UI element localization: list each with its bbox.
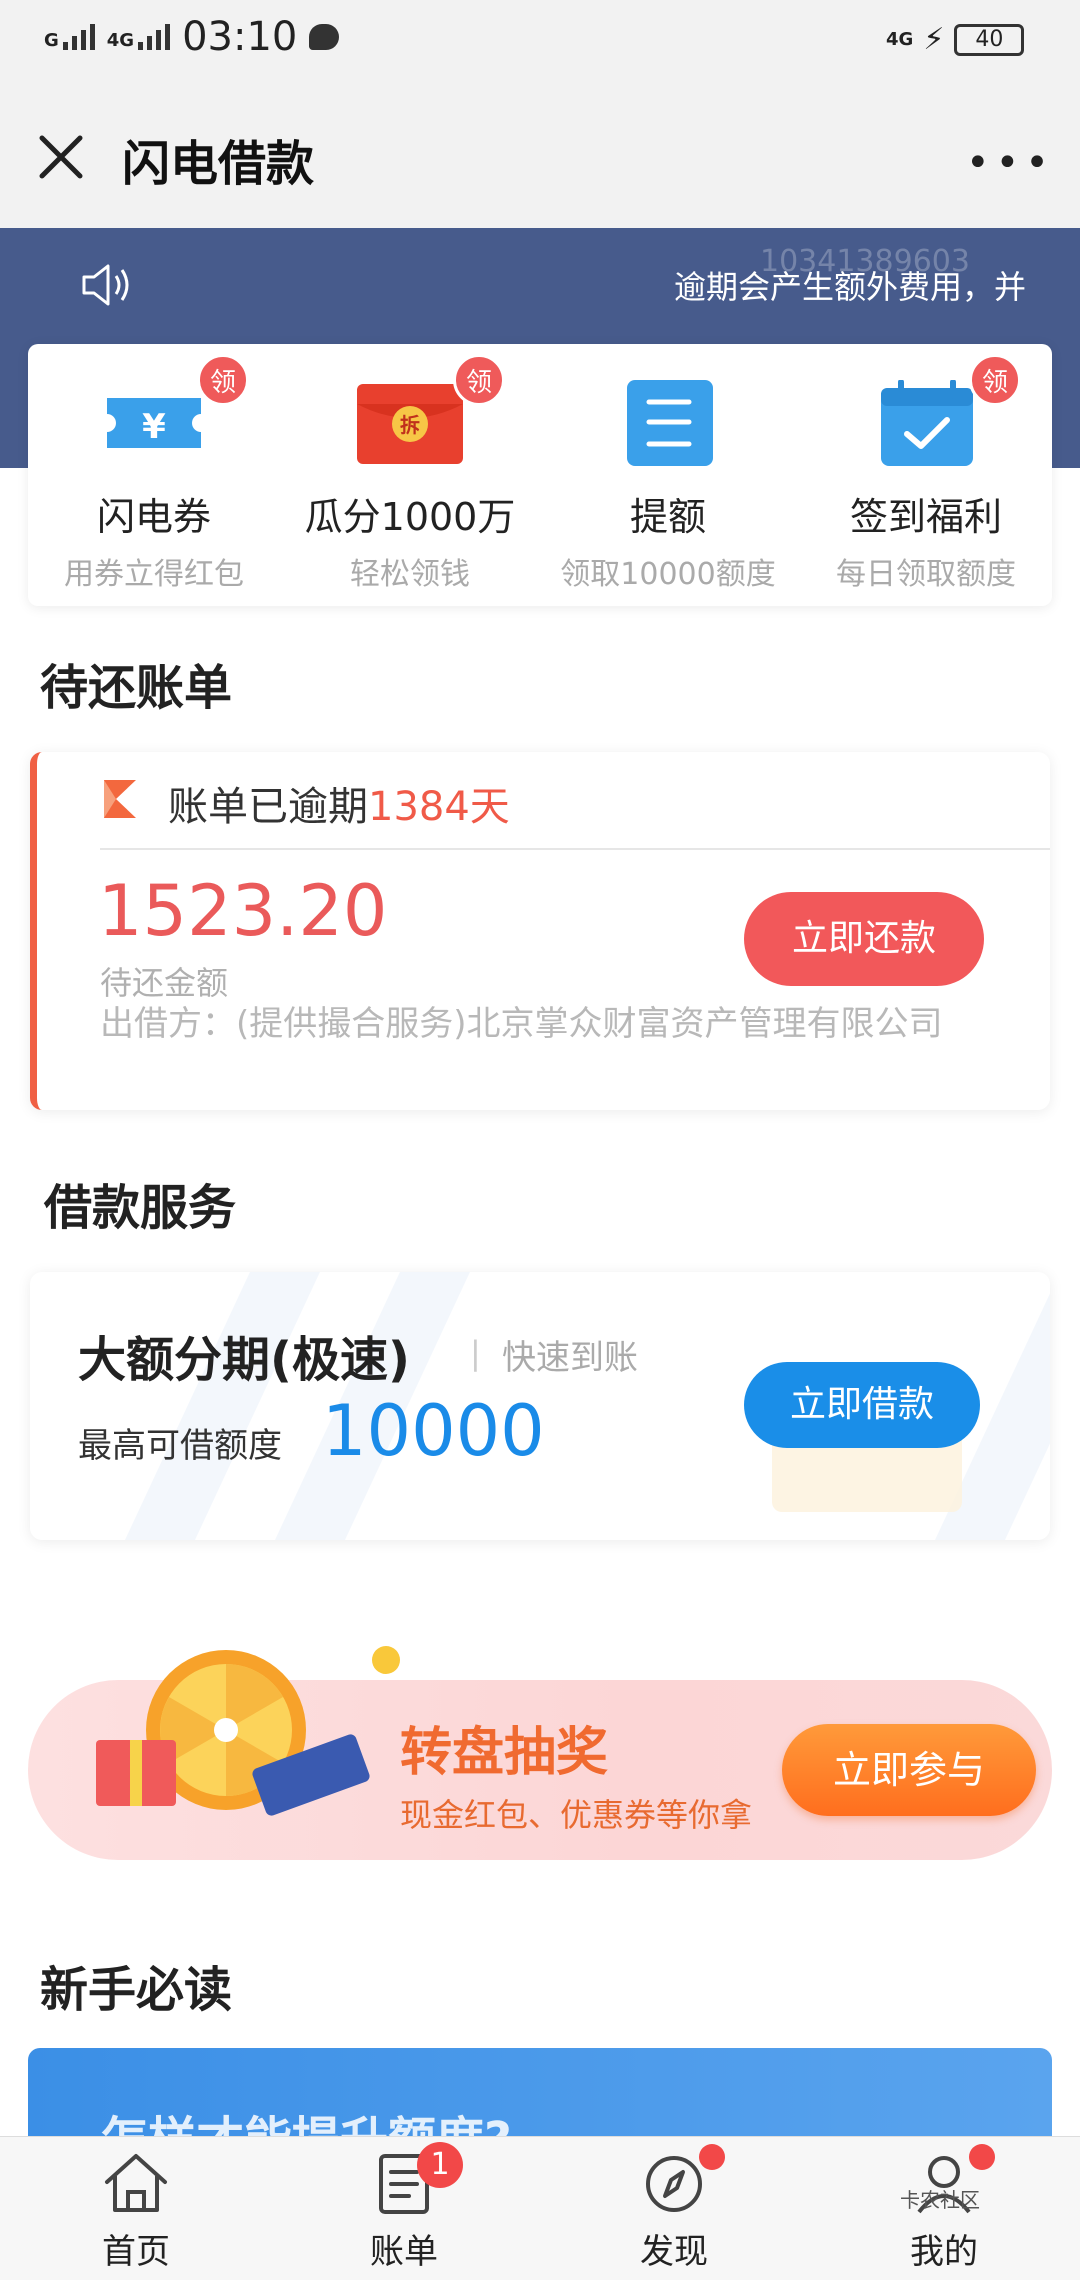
svg-text:拆: 拆 — [400, 413, 420, 437]
tab-discover[interactable]: 发现 — [584, 2144, 764, 2273]
quick-action-title: 瓜分1000万 — [304, 495, 516, 539]
home-icon — [101, 2150, 171, 2216]
divider — [100, 848, 1050, 850]
tab-bills[interactable]: 1 账单 — [314, 2142, 494, 2273]
tab-label: 发现 — [640, 2232, 708, 2272]
calendar-check-icon: 领 — [871, 354, 1021, 466]
signal-icon-2: 4G — [106, 24, 171, 51]
loan-product-title: 大额分期(极速) — [78, 1332, 410, 1388]
network-label: 4G — [886, 28, 914, 50]
signal-label: G — [44, 30, 59, 51]
red-envelope-icon: 拆 领 — [355, 354, 505, 466]
bill-amount-label: 待还金额 — [100, 964, 229, 1002]
battery-icon: 40 — [954, 23, 1025, 56]
quick-action-subtitle: 领取10000额度 — [560, 557, 776, 592]
battery-level: 40 — [975, 26, 1004, 52]
lottery-title: 转盘抽奖 — [400, 1723, 609, 1783]
quick-action-subtitle: 用券立得红包 — [64, 557, 244, 592]
overdue-days: 1384天 — [368, 784, 510, 830]
lender-logo-icon — [102, 778, 138, 820]
quick-action-title: 签到福利 — [849, 495, 1002, 539]
quick-action-checkin[interactable]: 领 签到福利 每日领取额度 — [806, 354, 1046, 593]
notification-dot — [969, 2144, 995, 2170]
notice-marquee[interactable]: 逾期会产生额外费用，并 — [674, 262, 1054, 308]
quick-action-title: 提额 — [629, 495, 706, 539]
loan-separator: | — [470, 1334, 481, 1372]
section-title-loan: 借款服务 — [44, 1180, 237, 1236]
status-bar: G 4G 03:10 4G ⚡ 40 — [0, 0, 1080, 80]
quick-action-title: 闪电券 — [96, 495, 211, 539]
tab-home[interactable]: 首页 — [46, 2150, 226, 2273]
tab-label: 首页 — [102, 2232, 170, 2272]
bill-icon: 1 — [369, 2142, 463, 2216]
quick-action-subtitle: 轻松领钱 — [350, 557, 470, 592]
status-right: 4G ⚡ 40 — [886, 22, 1025, 57]
join-lottery-button[interactable]: 立即参与 — [782, 1724, 1036, 1816]
section-title-guide: 新手必读 — [40, 1962, 233, 2018]
borrow-button[interactable]: 立即借款 — [744, 1362, 980, 1448]
loan-limit-value: 10000 — [322, 1390, 545, 1472]
bill-status: 账单已逾期1384天 — [168, 774, 510, 832]
compass-icon — [639, 2144, 725, 2216]
more-menu-icon[interactable]: ••• — [966, 140, 1055, 186]
signal-icon: G — [44, 24, 95, 50]
loan-limit-label: 最高可借额度 — [78, 1426, 282, 1466]
status-left: G 4G 03:10 — [44, 14, 340, 60]
prize-wheel-icon — [86, 1640, 406, 1820]
loan-tag: 快速到账 — [502, 1338, 638, 1378]
tab-label: 我的 — [910, 2232, 978, 2272]
tab-badge: 1 — [417, 2142, 463, 2188]
quick-action-raise-limit[interactable]: 提额 领取10000额度 — [548, 380, 788, 593]
watermark-logo: 卡农社区 — [900, 2188, 980, 2212]
speaker-icon — [80, 262, 132, 308]
quick-action-coupon[interactable]: ¥ 领 闪电券 用券立得红包 — [34, 354, 274, 593]
tab-label: 账单 — [370, 2232, 438, 2272]
claim-badge: 领 — [453, 354, 505, 406]
charging-icon: ⚡ — [923, 22, 945, 57]
signal-label-2: 4G — [106, 30, 135, 51]
chat-bubble-icon — [309, 24, 340, 50]
repay-button[interactable]: 立即还款 — [744, 892, 984, 986]
clock: 03:10 — [182, 14, 298, 60]
bill-lender: 出借方：(提供撮合服务)北京掌众财富资产管理有限公司 — [100, 1004, 943, 1044]
svg-text:¥: ¥ — [142, 407, 166, 447]
claim-badge: 领 — [969, 354, 1021, 406]
page-title: 闪电借款 — [122, 136, 315, 192]
bill-status-text: 账单已逾期 — [168, 784, 368, 830]
quick-action-share[interactable]: 拆 领 瓜分1000万 轻松领钱 — [290, 354, 530, 593]
quick-action-subtitle: 每日领取额度 — [836, 557, 1016, 592]
close-icon[interactable] — [36, 132, 86, 182]
ticket-icon: ¥ 领 — [99, 354, 249, 466]
notification-dot — [699, 2144, 725, 2170]
section-title-bills: 待还账单 — [40, 660, 233, 716]
lottery-subtitle: 现金红包、优惠券等你拿 — [400, 1796, 753, 1834]
bill-amount: 1523.20 — [98, 870, 388, 952]
document-icon — [613, 380, 723, 466]
claim-badge: 领 — [197, 354, 249, 406]
decor-stripe — [110, 1272, 320, 1540]
